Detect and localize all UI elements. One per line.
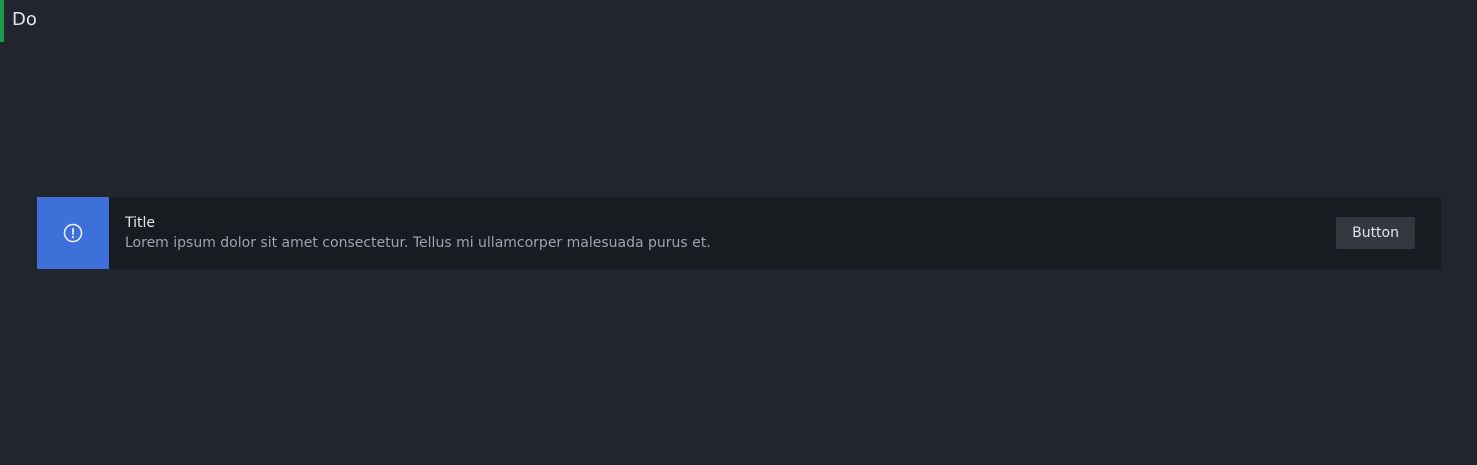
- exclamation-circle-icon: [62, 222, 84, 244]
- section-label: Do: [12, 9, 37, 30]
- alert-banner: Title Lorem ipsum dolor sit amet consect…: [37, 197, 1441, 269]
- alert-text: Title Lorem ipsum dolor sit amet consect…: [109, 214, 1336, 252]
- alert-action-button[interactable]: Button: [1336, 217, 1415, 249]
- alert-body: Lorem ipsum dolor sit amet consectetur. …: [125, 235, 711, 251]
- alert-title: Title: [125, 215, 156, 231]
- do-accent-bar: [0, 0, 4, 42]
- page: Do Title Lorem ipsum dolor sit amet cons…: [0, 0, 1477, 465]
- alert-icon-box: [37, 197, 109, 269]
